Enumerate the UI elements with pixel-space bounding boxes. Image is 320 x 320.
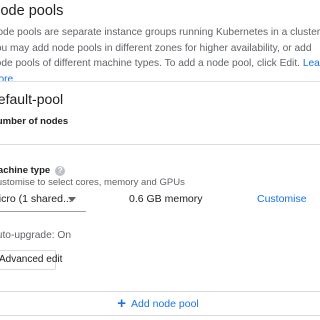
add-node-pool-label: Add node pool	[131, 297, 199, 310]
nodes-field[interactable]	[0, 144, 320, 145]
chevron-down-icon	[68, 197, 76, 202]
machine-type-label-text: Machine type	[0, 165, 51, 176]
select-underline	[0, 211, 86, 212]
customise-button[interactable]: Customise	[257, 193, 307, 205]
section-description: Node pools are separate instance groups …	[0, 25, 320, 87]
help-icon[interactable]: ?	[55, 165, 66, 176]
machine-type-help: Customise to select cores, memory and GP…	[0, 177, 185, 188]
section-title: Node pools	[0, 3, 64, 19]
divider	[0, 81, 320, 82]
add-node-pool-button[interactable]: + Add node pool	[0, 291, 320, 316]
node-pools-section: Node pools Node pools are separate insta…	[0, 0, 320, 320]
machine-type-label: Machine type ?	[0, 165, 66, 176]
plus-icon: +	[117, 295, 127, 312]
machine-type-select[interactable]: micro (1 shared...	[0, 193, 76, 209]
machine-type-value: micro (1 shared...	[0, 193, 72, 205]
advanced-edit-button[interactable]: Advanced edit	[0, 250, 62, 270]
nodes-label: Number of nodes	[0, 116, 69, 127]
pool-name: default-pool	[0, 91, 64, 107]
memory-value: 0.6 GB memory	[129, 193, 203, 205]
auto-upgrade-status: Auto-upgrade: On	[0, 230, 71, 241]
description-text: Node pools are separate instance groups …	[0, 27, 320, 69]
